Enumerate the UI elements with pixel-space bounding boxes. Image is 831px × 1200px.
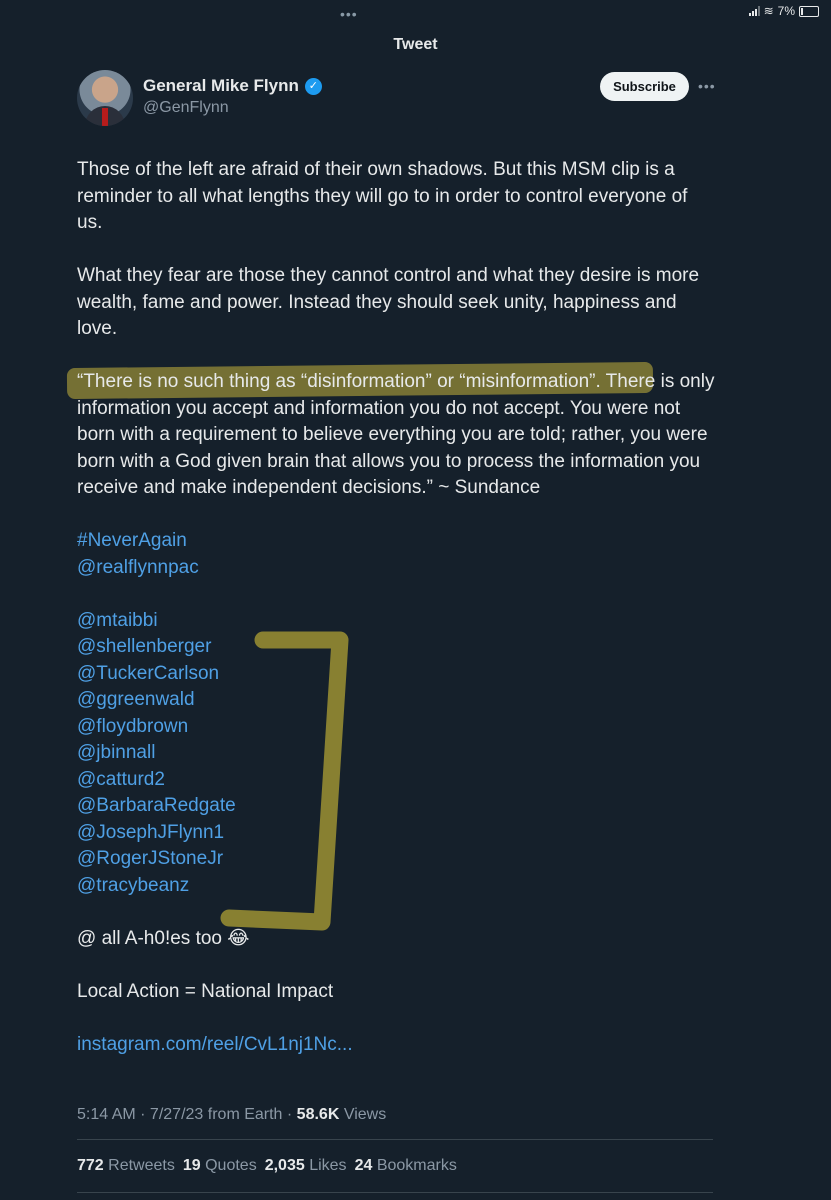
wifi-icon: ≋	[763, 4, 774, 18]
divider	[77, 1192, 713, 1193]
likes-label: Likes	[309, 1157, 347, 1174]
retweets-count: 772	[77, 1157, 104, 1174]
status-bar: ≋ 7%	[748, 4, 819, 18]
quotes-stat[interactable]: 19 Quotes	[183, 1157, 257, 1175]
mention-link[interactable]: @tracybeanz	[77, 873, 717, 900]
hashtag-block: #NeverAgain @realflynnpac	[77, 528, 717, 581]
page-title: Tweet	[393, 36, 438, 53]
mention-link[interactable]: @BarbaraRedgate	[77, 793, 717, 820]
mention-link[interactable]: @jbinnall	[77, 740, 717, 767]
retweets-stat[interactable]: 772 Retweets	[77, 1157, 175, 1175]
tweet-paragraph-2: What they fear are those they cannot con…	[77, 265, 700, 339]
tweet-paragraph-quote: “There is no such thing as “disinformati…	[77, 371, 715, 498]
quotes-count: 19	[182, 1157, 201, 1174]
mention-link[interactable]: @RogerJStoneJr	[77, 846, 717, 873]
bookmarks-label: Bookmarks	[376, 1157, 457, 1174]
tweet-body: Those of the left are afraid of their ow…	[77, 157, 717, 1058]
views-count: 58.6K	[296, 1106, 340, 1123]
likes-count: 2,035	[264, 1157, 305, 1174]
subscribe-button[interactable]: Subscribe	[600, 72, 689, 101]
mention-link[interactable]: @catturd2	[77, 767, 717, 794]
avatar-tie	[102, 108, 108, 126]
instagram-link[interactable]: instagram.com/reel/CvL1nj1Nc...	[77, 1032, 717, 1059]
bookmarks-stat[interactable]: 24 Bookmarks	[355, 1157, 457, 1175]
battery-icon	[799, 5, 819, 17]
tweet-line-all: @ all A-h0!es too 😂	[77, 927, 250, 949]
engagement-stats: 772 Retweets 19 Quotes 2,035 Likes 24 Bo…	[77, 1157, 457, 1175]
signal-icon	[748, 6, 760, 16]
tweet-paragraph-1: Those of the left are afraid of their ow…	[77, 159, 688, 233]
views-label: Views	[343, 1106, 387, 1123]
tweet-date[interactable]: 7/27/23	[150, 1106, 203, 1123]
hashtag-link[interactable]: #NeverAgain	[77, 528, 717, 555]
more-options-icon[interactable]: •••	[698, 78, 716, 94]
mention-link[interactable]: @TuckerCarlson	[77, 661, 717, 688]
tweet-time[interactable]: 5:14 AM	[77, 1106, 136, 1123]
avatar[interactable]	[77, 70, 133, 126]
tweet-line-local: Local Action = National Impact	[77, 980, 334, 1002]
author-name-row[interactable]: General Mike Flynn ✓	[143, 76, 322, 96]
mention-link[interactable]: @ggreenwald	[77, 687, 717, 714]
author-handle[interactable]: @GenFlynn	[143, 99, 229, 117]
mention-link[interactable]: @mtaibbi	[77, 608, 717, 635]
mention-link[interactable]: @JosephJFlynn1	[77, 820, 717, 847]
battery-percent: 7%	[777, 4, 795, 18]
author-name[interactable]: General Mike Flynn	[143, 76, 299, 96]
mention-link[interactable]: @floydbrown	[77, 714, 717, 741]
verified-badge-icon: ✓	[304, 77, 322, 95]
retweets-label: Retweets	[108, 1157, 175, 1174]
mentions-block: @mtaibbi @shellenberger @TuckerCarlson @…	[77, 608, 717, 900]
bookmarks-count: 24	[354, 1157, 373, 1174]
mention-link[interactable]: @shellenberger	[77, 634, 717, 661]
tweet-source: from Earth	[207, 1106, 283, 1123]
multitasking-dots[interactable]: •••	[340, 6, 358, 22]
quotes-label: Quotes	[205, 1157, 257, 1174]
mention-link[interactable]: @realflynnpac	[77, 555, 717, 582]
likes-stat[interactable]: 2,035 Likes	[265, 1157, 347, 1175]
divider	[77, 1139, 713, 1140]
tweet-meta: 5:14 AM · 7/27/23 from Earth · 58.6K Vie…	[77, 1106, 387, 1123]
